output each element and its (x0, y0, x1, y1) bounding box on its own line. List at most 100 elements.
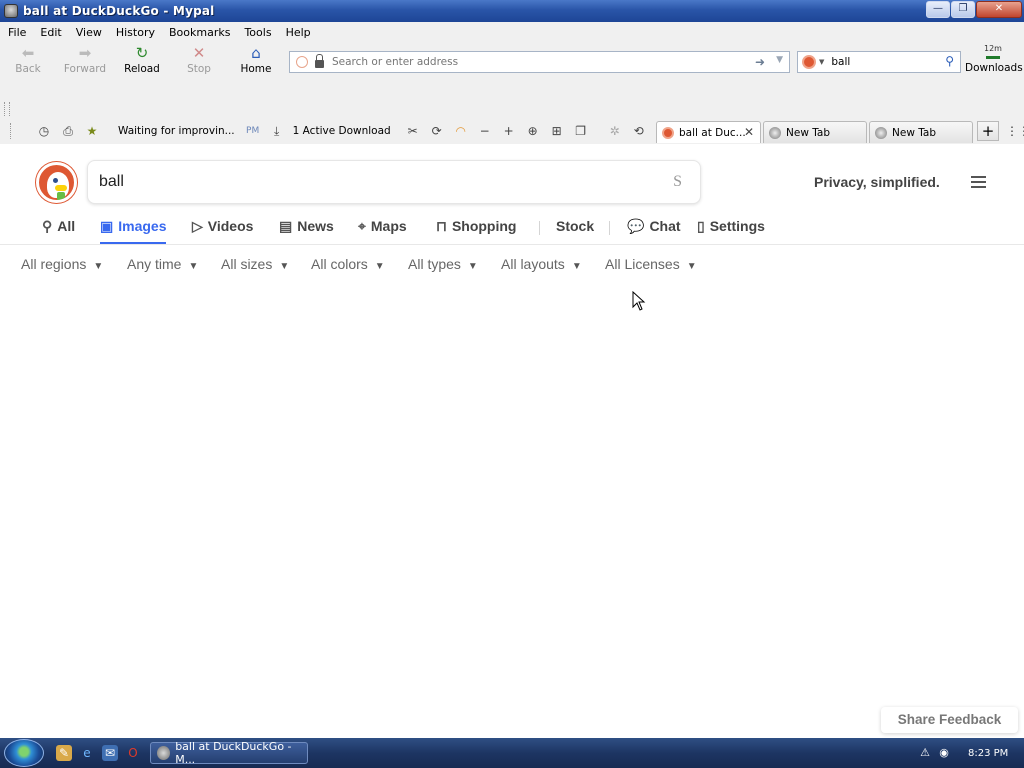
filter-label: Any time (127, 256, 182, 272)
tab-maps[interactable]: ⌖ Maps (358, 218, 407, 244)
history-dropdown-icon[interactable]: ▼ (776, 55, 783, 65)
magnifier-icon[interactable]: ⚲ (945, 54, 954, 68)
toolbar-grip[interactable] (4, 102, 10, 116)
pm-icon[interactable]: PM (245, 123, 261, 139)
stop-button[interactable]: ✕ Stop (171, 44, 227, 75)
search-query[interactable]: ball (99, 173, 124, 191)
globe-icon (875, 126, 887, 139)
filter-type-dropdown[interactable]: All types ▼ (408, 256, 478, 272)
address-input[interactable] (330, 55, 740, 69)
filter-layout-dropdown[interactable]: All layouts ▼ (501, 256, 582, 272)
tab-news[interactable]: ▤ News (279, 218, 334, 244)
filter-label: All colors (311, 256, 368, 272)
menu-bookmarks[interactable]: Bookmarks (161, 26, 236, 39)
site-identity-icon[interactable] (296, 56, 308, 68)
back-button[interactable]: ⬅ Back (0, 44, 56, 75)
title-bar: ball at DuckDuckGo - Mypal — ❐ ✕ (0, 0, 1024, 22)
close-window-button[interactable]: ✕ (976, 1, 1022, 18)
go-arrow-icon[interactable]: ➜ (755, 55, 765, 69)
tab-shopping[interactable]: ⊓ Shopping (436, 218, 516, 244)
tab-settings[interactable]: ▯ Settings (697, 218, 765, 244)
active-download-text[interactable]: 1 Active Download (293, 125, 391, 137)
tab-all[interactable]: ⚲ All (42, 218, 75, 244)
search-bar[interactable]: ▼ ball ⚲ (797, 51, 961, 73)
folder-icon[interactable]: ✎ (56, 745, 72, 761)
menu-help[interactable]: Help (278, 26, 317, 39)
print-icon[interactable]: ⎙ (60, 123, 76, 139)
chevron-down-icon: ▼ (188, 261, 199, 272)
search-submit-button[interactable]: S (673, 173, 682, 191)
search-engine-icon[interactable] (802, 55, 816, 69)
filter-label: All sizes (221, 256, 273, 272)
mail-icon[interactable]: ✉ (102, 745, 118, 761)
clock[interactable]: 8:23 PM (968, 748, 1008, 759)
share-feedback-button[interactable]: Share Feedback (881, 707, 1018, 733)
search-bar-value[interactable]: ball (831, 56, 927, 68)
internet-explorer-icon[interactable]: e (79, 745, 95, 761)
zoom-out-icon[interactable]: − (477, 123, 493, 139)
copy-icon[interactable]: ❐ (573, 123, 589, 139)
duckduckgo-logo[interactable] (36, 162, 77, 203)
filter-size-dropdown[interactable]: All sizes ▼ (221, 256, 289, 272)
downloads-count: 12m (984, 44, 1002, 53)
chevron-down-icon: ▼ (467, 261, 478, 272)
tab-stock[interactable]: Stock (556, 218, 594, 244)
tab-divider (609, 221, 610, 235)
history-clock-icon[interactable]: ◷ (36, 123, 52, 139)
zoom-in-icon[interactable]: + (501, 123, 517, 139)
filter-time-dropdown[interactable]: Any time ▼ (127, 256, 198, 272)
ddg-vertical-tabs: ⚲ All ▣ Images ▷ Videos ▤ News ⌖ Maps ⊓ … (0, 216, 1024, 245)
downloads-button[interactable]: 12m Downloads (965, 44, 1023, 74)
network-icon[interactable]: ⚠ (918, 746, 932, 760)
menu-tools[interactable]: Tools (236, 26, 277, 39)
engine-dropdown-icon[interactable]: ▼ (819, 58, 824, 66)
tab-divider (539, 221, 540, 235)
rss-icon[interactable]: ◠ (453, 123, 469, 139)
ddg-search-box[interactable]: ball S (87, 160, 701, 204)
hamburger-menu-icon[interactable] (971, 176, 986, 188)
tab-chat[interactable]: 💬 Chat (627, 218, 681, 244)
menu-file[interactable]: File (0, 26, 32, 39)
tab-new-tab[interactable]: New Tab (763, 121, 867, 143)
tab-videos[interactable]: ▷ Videos (192, 218, 253, 244)
tab-label: New Tab (786, 126, 831, 139)
privacy-tagline[interactable]: Privacy, simplified. (814, 174, 940, 190)
address-bar[interactable]: ➜ ▼ (289, 51, 790, 73)
list-all-tabs-icon[interactable]: ⋮⋮ (1006, 124, 1024, 138)
reload-button[interactable]: ↻ Reload (114, 44, 170, 75)
cut-icon[interactable]: ✂ (405, 123, 421, 139)
minimize-button[interactable]: — (926, 1, 950, 18)
home-icon: ⌂ (251, 44, 261, 62)
taskbar-window-button[interactable]: ball at DuckDuckGo - M... (150, 740, 308, 766)
tab-all-label: All (57, 218, 76, 234)
system-tray: ⚠ ◉ 8:23 PM (918, 741, 1022, 765)
bookmark-star-icon[interactable]: ★ (84, 123, 100, 139)
tab-new-tab[interactable]: New Tab (869, 121, 973, 143)
home-button[interactable]: ⌂ Home (228, 44, 284, 75)
menu-edit[interactable]: Edit (32, 26, 67, 39)
maximize-button[interactable]: ❐ (951, 1, 975, 18)
toolbar-grip[interactable] (10, 123, 14, 139)
volume-icon[interactable]: ◉ (937, 746, 951, 760)
menu-history[interactable]: History (108, 26, 161, 39)
download-status-icon[interactable]: ⤓ (269, 123, 285, 139)
menu-bar: File Edit View History Bookmarks Tools H… (0, 22, 317, 42)
start-button[interactable] (4, 739, 44, 767)
close-tab-icon[interactable]: ✕ (744, 125, 754, 139)
filter-region-dropdown[interactable]: All regions ▼ (21, 256, 103, 272)
zoom-reset-icon[interactable]: ⊕ (525, 123, 541, 139)
tab-images[interactable]: ▣ Images (100, 218, 167, 244)
tab-ball-duckduckgo[interactable]: ball at Duc... ✕ (656, 121, 761, 143)
fullscreen-icon[interactable]: ⊞ (549, 123, 565, 139)
opera-icon[interactable]: O (125, 745, 141, 761)
sync-icon[interactable]: ⟳ (429, 123, 445, 139)
menu-view[interactable]: View (68, 26, 108, 39)
taskbar-window-label: ball at DuckDuckGo - M... (175, 740, 292, 766)
new-tab-button[interactable]: + (977, 121, 999, 141)
forward-arrow-icon: ➡ (78, 44, 92, 62)
filter-license-dropdown[interactable]: All Licenses ▼ (605, 256, 697, 272)
filter-color-dropdown[interactable]: All colors ▼ (311, 256, 385, 272)
forward-button[interactable]: ➡ Forward (57, 44, 113, 75)
mypal-app-icon (4, 4, 18, 18)
screenshot-icon[interactable]: ⟲ (631, 123, 647, 139)
